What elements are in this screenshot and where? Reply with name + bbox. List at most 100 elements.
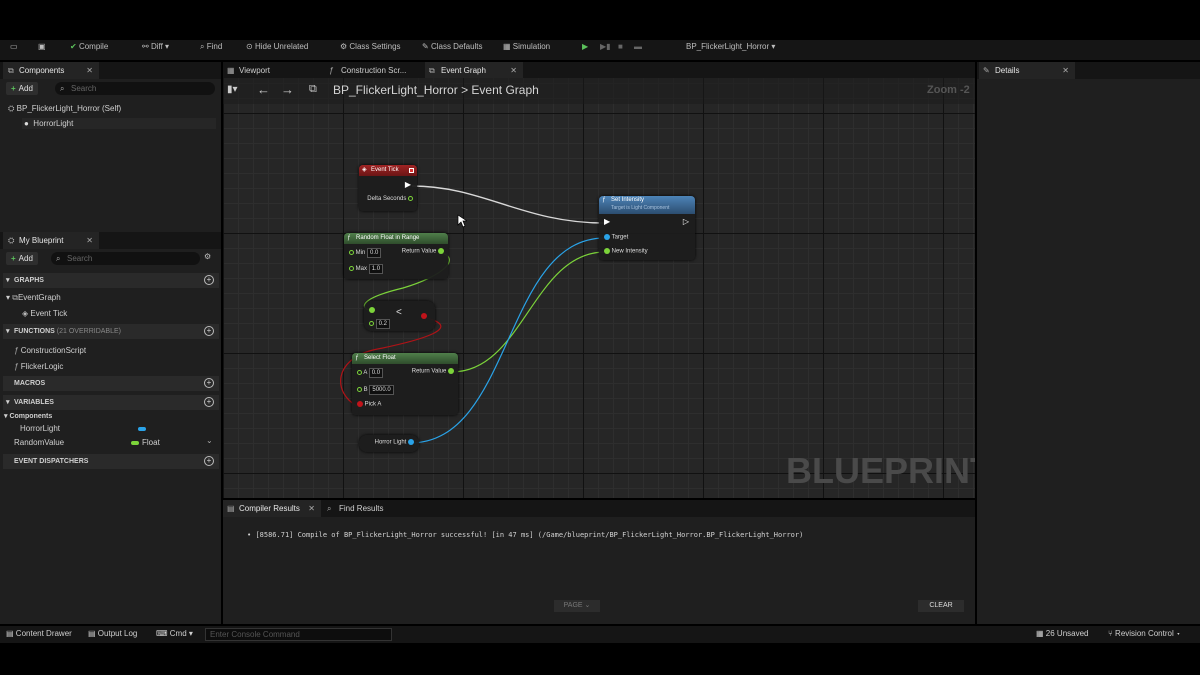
tab-event-graph[interactable]: ⧉ Event Graph ✕: [425, 62, 523, 79]
wires-layer: [340, 185, 606, 444]
min-value-input[interactable]: 0.0: [367, 248, 382, 258]
node-horror-light-getter[interactable]: Horror Light: [359, 435, 419, 452]
section-macros[interactable]: MACROS +: [3, 376, 219, 391]
node-event-tick[interactable]: ◈ Event Tick ▶ Delta Seconds: [359, 165, 417, 211]
min-pin[interactable]: Min 0.0: [349, 248, 382, 258]
exec-out-pin[interactable]: ▷: [683, 217, 689, 226]
select-return-pin[interactable]: Return Value: [412, 368, 454, 375]
max-value-input[interactable]: 1.0: [368, 264, 384, 274]
close-icon[interactable]: ✕: [86, 232, 93, 249]
diff-button[interactable]: ⚯ Diff ▾: [142, 42, 169, 51]
function-item-construction-script[interactable]: ƒ ConstructionScript: [14, 346, 86, 355]
bool-pin-icon[interactable]: [421, 313, 427, 319]
add-macro-icon[interactable]: +: [204, 378, 214, 388]
node-select-float[interactable]: ƒ Select Float A 0.0 B 5000.0 Pick A Retu…: [352, 353, 458, 415]
play-icon[interactable]: ▶: [582, 42, 588, 51]
hide-unrelated-button[interactable]: ⊙ Hide Unrelated: [246, 42, 308, 51]
exec-out-pin[interactable]: ▶: [405, 180, 411, 189]
delegate-pin-icon[interactable]: [409, 168, 414, 173]
eject-icon[interactable]: ▬: [634, 42, 642, 51]
save-icon[interactable]: ▭: [10, 42, 18, 51]
compiler-icon: ▤: [227, 504, 235, 513]
components-icon: ⧉: [8, 66, 14, 75]
find-button[interactable]: ⌕ Find: [200, 42, 222, 52]
less-than-symbol: <: [396, 307, 402, 318]
mouse-cursor-icon: [457, 214, 467, 228]
revision-control-button[interactable]: ⑂ Revision Control ▾: [1108, 629, 1181, 638]
console-command-input[interactable]: Enter Console Command: [205, 628, 392, 641]
section-functions[interactable]: ▾ FUNCTIONS (21 OVERRIDABLE) +: [3, 324, 219, 339]
chevron-down-icon: ▾: [6, 399, 10, 406]
simulation-button[interactable]: ▦ Simulation: [503, 42, 550, 51]
random-return-pin[interactable]: Return Value: [402, 248, 444, 255]
add-variable-icon[interactable]: +: [204, 397, 214, 407]
component-self[interactable]: ⛭ BP_FlickerLight_Horror (Self): [8, 104, 121, 114]
variable-category-components[interactable]: ▾ Components: [4, 412, 52, 420]
node-set-intensity[interactable]: ƒ Set Intensity Target is Light Componen…: [599, 196, 695, 260]
clear-button[interactable]: CLEAR: [918, 600, 964, 612]
stop-icon[interactable]: ■: [618, 42, 623, 51]
tab-construction-script[interactable]: ƒ Construction Scr...: [325, 62, 425, 79]
add-graph-icon[interactable]: +: [204, 275, 214, 285]
close-icon[interactable]: ✕: [1062, 62, 1069, 79]
add-component-button[interactable]: + Add: [6, 82, 38, 95]
graph-item-event-tick[interactable]: ◈ Event Tick: [22, 309, 67, 318]
section-event-dispatchers[interactable]: EVENT DISPATCHERS +: [3, 454, 219, 469]
node-less-than[interactable]: < 0.2: [364, 301, 435, 331]
select-a-pin[interactable]: A 0.0: [357, 368, 384, 378]
close-icon[interactable]: ✕: [86, 62, 93, 79]
graph-canvas[interactable]: ▮▾ ← → ⧉ BP_FlickerLight_Horror > Event …: [223, 78, 975, 498]
event-icon: ◈: [362, 167, 367, 173]
add-function-icon[interactable]: +: [204, 326, 214, 336]
float-pin-icon: [438, 248, 444, 254]
tab-compiler-results[interactable]: ▤ Compiler Results ✕: [223, 500, 321, 517]
component-horror-light[interactable]: ● HorrorLight: [22, 118, 216, 129]
debug-object-select[interactable]: BP_FlickerLight_Horror ▾: [686, 42, 775, 51]
add-dispatcher-icon[interactable]: +: [204, 456, 214, 466]
variable-random-value[interactable]: RandomValue: [14, 438, 64, 447]
variable-type-float[interactable]: Float: [131, 438, 160, 447]
tab-find-results[interactable]: ⌕ Find Results: [323, 500, 403, 517]
select-b-pin[interactable]: B 5000.0: [357, 385, 394, 395]
pick-a-pin[interactable]: Pick A: [357, 401, 381, 408]
browse-icon[interactable]: ▣: [38, 42, 46, 51]
page-dropdown[interactable]: PAGE ⌄: [554, 600, 600, 612]
new-intensity-pin[interactable]: New Intensity: [604, 248, 648, 255]
graph-item-eventgraph[interactable]: ▾ ⧉EventGraph: [6, 293, 61, 303]
cmd-dropdown[interactable]: ⌨ Cmd ▾: [156, 629, 193, 638]
a-value-input[interactable]: 0.0: [368, 368, 384, 378]
max-pin[interactable]: Max 1.0: [349, 264, 384, 274]
components-search-input[interactable]: ⌕ Search: [55, 82, 215, 95]
my-blueprint-search-input[interactable]: ⌕ Search: [51, 252, 200, 265]
close-icon[interactable]: ✕: [308, 500, 315, 517]
tab-my-blueprint[interactable]: ⛭ My Blueprint ✕: [3, 232, 99, 249]
node-random-float[interactable]: ƒ Random Float in Range Min 0.0 Max 1.0 R…: [344, 233, 448, 279]
gear-icon[interactable]: ⚙: [204, 252, 211, 261]
class-defaults-button[interactable]: ✎ Class Defaults: [422, 42, 483, 51]
tab-details[interactable]: ✎ Details ✕: [979, 62, 1075, 79]
section-variables[interactable]: ▾ VARIABLES +: [3, 395, 219, 410]
less-b-value-input[interactable]: 0.2: [375, 319, 391, 329]
step-icon[interactable]: ▶▮: [600, 42, 611, 51]
close-icon[interactable]: ✕: [510, 62, 517, 79]
float-pin-icon[interactable]: [369, 307, 375, 313]
b-value-input[interactable]: 5000.0: [369, 385, 394, 395]
tab-components[interactable]: ⧉ Components ✕: [3, 62, 99, 79]
console-icon: ⌨: [156, 629, 168, 638]
horror-light-pin[interactable]: Horror Light: [375, 439, 414, 446]
variable-horror-light[interactable]: HorrorLight: [20, 424, 60, 433]
target-pin[interactable]: Target: [604, 234, 628, 241]
delta-seconds-pin[interactable]: Delta Seconds: [367, 196, 413, 202]
compile-button[interactable]: ✔ Compile: [70, 42, 108, 51]
output-log-button[interactable]: ▤ Output Log: [88, 629, 137, 638]
function-item-flicker-logic[interactable]: ƒ FlickerLogic: [14, 362, 63, 371]
exec-in-pin[interactable]: ▶: [604, 217, 610, 226]
chevron-down-icon[interactable]: ⌄: [206, 436, 213, 445]
content-drawer-button[interactable]: ▤ Content Drawer: [6, 629, 72, 638]
class-settings-button[interactable]: ⚙ Class Settings: [340, 42, 401, 51]
add-member-button[interactable]: + Add: [6, 252, 38, 265]
less-b-pin[interactable]: 0.2: [369, 319, 391, 329]
unsaved-button[interactable]: ▦ 26 Unsaved: [1036, 629, 1089, 638]
section-graphs[interactable]: ▾ GRAPHS +: [3, 273, 219, 288]
tab-viewport[interactable]: ▦ Viewport: [223, 62, 323, 79]
